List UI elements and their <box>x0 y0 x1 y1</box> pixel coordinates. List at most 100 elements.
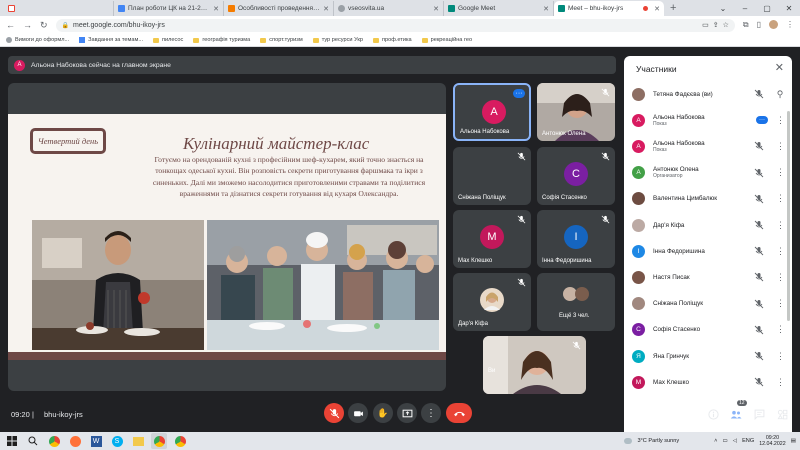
participant-row[interactable]: М Мах Клешко ⋮ <box>632 372 785 392</box>
search-icon[interactable] <box>25 433 41 449</box>
weather-text[interactable]: 3°C Partly sunny <box>637 438 679 444</box>
bookmark-folder[interactable]: тур ресурси Укр <box>312 37 363 43</box>
bookmark[interactable]: Вимоги до оформл... <box>6 37 69 43</box>
menu-kebab-icon[interactable]: ⋮ <box>776 141 785 152</box>
participant-row[interactable]: А Альона Набокова Показ ··· ⋮ <box>632 110 785 130</box>
browser-tab[interactable]: vseosvita.ua ✕ <box>334 1 444 16</box>
firefox-icon[interactable] <box>67 433 83 449</box>
star-icon[interactable]: ☆ <box>723 21 729 29</box>
menu-kebab-icon[interactable]: ⋮ <box>776 351 785 362</box>
mic-off-icon[interactable] <box>754 246 764 256</box>
new-tab-button[interactable]: + <box>670 2 676 14</box>
bookmark-folder[interactable]: пилесос <box>153 37 183 43</box>
participant-tile[interactable]: С Софія Стасенко <box>537 147 615 205</box>
close-tab-icon[interactable]: ✕ <box>654 5 660 13</box>
bookmark-folder[interactable]: проф.етика <box>372 37 412 43</box>
participant-tile[interactable]: ··· А Альона Набокова <box>453 83 531 141</box>
skype-icon[interactable]: S <box>109 433 125 449</box>
menu-kebab-icon[interactable]: ⋮ <box>776 246 785 257</box>
mic-off-icon[interactable] <box>754 220 764 230</box>
minimize-icon[interactable]: – <box>734 4 756 13</box>
menu-kebab-icon[interactable]: ⋮ <box>776 167 785 178</box>
menu-kebab-icon[interactable]: ⋮ <box>776 220 785 231</box>
menu-kebab-icon[interactable]: ⋮ <box>776 115 785 126</box>
bookmark-folder[interactable]: рекреаційна гео <box>421 37 472 43</box>
clock[interactable]: 09:20 12.04.2022 <box>759 435 786 447</box>
more-participants-tile[interactable]: Ещё 3 чел. <box>537 273 615 331</box>
url-input[interactable]: 🔒 meet.google.com/bhu-ikoy-jrs ▭ ⇪ ☆ <box>55 18 735 32</box>
extensions-icon[interactable]: ⧉ <box>743 20 749 30</box>
participant-row[interactable]: Настя Писак ⋮ <box>632 267 785 287</box>
close-window-icon[interactable]: ✕ <box>778 4 800 13</box>
chevron-down-icon[interactable]: ⌄ <box>712 4 734 13</box>
mic-toggle-button[interactable] <box>324 403 344 423</box>
windows-start-icon[interactable] <box>4 433 20 449</box>
close-tab-icon[interactable]: ✕ <box>433 5 439 13</box>
mic-off-icon[interactable] <box>754 141 764 151</box>
share-icon[interactable]: ⇪ <box>713 21 719 29</box>
camera-toggle-button[interactable] <box>348 403 368 423</box>
present-screen-button[interactable] <box>397 403 417 423</box>
maximize-icon[interactable]: ▢ <box>756 4 778 13</box>
activities-icon[interactable] <box>775 407 789 421</box>
browser-tab[interactable]: Особливості проведення екск...✕ <box>224 1 334 16</box>
chrome-icon[interactable] <box>46 433 62 449</box>
forward-arrow-icon[interactable]: → <box>23 20 32 30</box>
participant-row[interactable]: Сніжана Поліщук ⋮ <box>632 294 785 314</box>
volume-icon[interactable]: ◁ <box>733 438 737 444</box>
word-icon[interactable]: W <box>88 433 104 449</box>
mic-off-icon[interactable] <box>754 377 764 387</box>
participant-row[interactable]: С Софія Стасенко ⋮ <box>632 320 785 340</box>
mic-off-icon[interactable] <box>754 351 764 361</box>
people-icon[interactable] <box>729 407 743 421</box>
menu-kebab-icon[interactable]: ⋮ <box>776 298 785 309</box>
info-icon[interactable] <box>706 407 720 421</box>
profile-avatar[interactable] <box>769 20 778 29</box>
close-tab-icon[interactable]: ✕ <box>543 5 549 13</box>
mic-off-icon[interactable] <box>754 272 764 282</box>
participant-row[interactable]: А Антонюк Олена Организатор ⋮ <box>632 163 785 183</box>
mic-off-icon[interactable] <box>754 89 764 99</box>
close-tab-icon[interactable]: ✕ <box>323 5 329 13</box>
bookmark-folder[interactable]: спорт.туризм <box>260 37 303 43</box>
scrollbar[interactable] <box>787 111 790 321</box>
mic-off-icon[interactable] <box>754 325 764 335</box>
close-icon[interactable]: ✕ <box>775 61 784 74</box>
participant-tile[interactable]: М Мах Клешко <box>453 210 531 268</box>
participant-row[interactable]: І Інна Федоришина ⋮ <box>632 241 785 261</box>
reload-icon[interactable]: ↻ <box>40 20 48 31</box>
menu-kebab-icon[interactable]: ⋮ <box>776 193 785 204</box>
browser-tab[interactable]: План роботи ЦК на 21-22н.р. ✕ <box>114 1 224 16</box>
menu-kebab-icon[interactable]: ⋮ <box>776 324 785 335</box>
participant-row[interactable]: Я Яна Гринчук ⋮ <box>632 346 785 366</box>
participant-tile[interactable]: Дар'я Кіфа <box>453 273 531 331</box>
leave-call-button[interactable] <box>446 403 472 423</box>
mic-off-icon[interactable] <box>754 194 764 204</box>
back-arrow-icon[interactable]: ← <box>6 20 15 30</box>
file-explorer-icon[interactable] <box>130 433 146 449</box>
participant-row[interactable]: Валентина Цимбалюк ⋮ <box>632 189 785 209</box>
mic-off-icon[interactable] <box>754 299 764 309</box>
language-indicator[interactable]: ENG <box>742 438 754 444</box>
chat-icon[interactable] <box>752 407 766 421</box>
sidebar-icon[interactable]: ▯ <box>757 20 761 30</box>
participant-tile[interactable]: І Інна Федоришина <box>537 210 615 268</box>
bookmark[interactable]: Завдання за темам... <box>79 37 143 43</box>
participant-row[interactable]: А Альона Набокова Показ ⋮ <box>632 136 785 156</box>
participant-row[interactable]: Тетяна Фадєєва (ви) ⚲ <box>632 84 784 104</box>
participant-tile[interactable]: Сніжана Поліщук <box>453 147 531 205</box>
menu-kebab-icon[interactable]: ⋮ <box>776 272 785 283</box>
mic-off-icon[interactable] <box>754 168 764 178</box>
chrome-icon[interactable] <box>151 433 167 449</box>
raise-hand-button[interactable]: ✋ <box>373 403 393 423</box>
chevron-up-icon[interactable]: ˄ <box>714 438 717 444</box>
browser-tab[interactable] <box>4 1 114 16</box>
pin-icon[interactable]: ⚲ <box>776 89 784 100</box>
more-options-button[interactable]: ⋮ <box>421 403 441 423</box>
participant-row[interactable]: Дар'я Кіфа ⋮ <box>632 215 785 235</box>
notification-icon[interactable]: ▤ <box>791 438 796 444</box>
close-tab-icon[interactable]: ✕ <box>213 5 219 13</box>
bookmark-folder[interactable]: географія туризма <box>193 37 250 43</box>
chrome-icon[interactable] <box>172 433 188 449</box>
browser-tab[interactable]: Google Meet ✕ <box>444 1 554 16</box>
